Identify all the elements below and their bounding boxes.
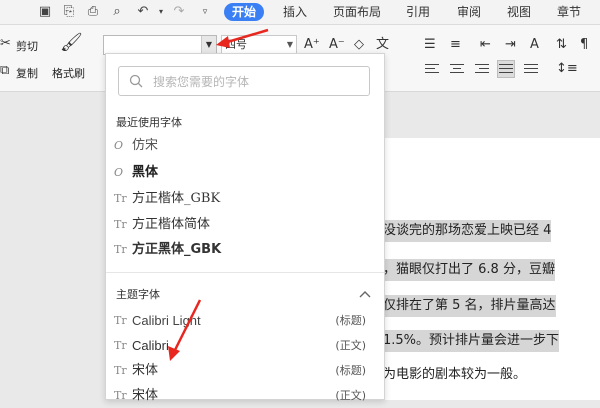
save-icon[interactable]: ▣ — [36, 3, 54, 21]
font-item-label: 仿宋 — [132, 138, 159, 153]
opentype-font-icon: O — [114, 139, 124, 152]
increase-indent-icon[interactable]: ⇥ — [505, 37, 516, 53]
print-preview-icon[interactable]: ⌕ — [108, 3, 126, 21]
truetype-font-icon: Tr — [114, 364, 127, 377]
font-size-select[interactable]: 四号 ▼ — [221, 35, 297, 55]
pinyin-guide-icon[interactable]: 文 — [376, 37, 389, 53]
theme-fonts-title: 主题字体 — [116, 288, 160, 301]
redo-icon[interactable]: ↷ — [170, 3, 188, 21]
font-item-label: 方正楷体_GBK — [132, 191, 221, 206]
font-item-fz-heiti-gbk[interactable]: Tr 方正黑体_GBK — [114, 238, 376, 262]
font-item-label: Calibri Light — [132, 313, 201, 328]
clear-format-icon[interactable]: ◇ — [354, 37, 364, 53]
grow-font-icon[interactable]: A⁺ — [304, 37, 320, 53]
export-pdf-icon[interactable]: ⎘ — [60, 3, 78, 21]
font-search-input[interactable]: 搜索您需要的字体 — [118, 66, 370, 96]
font-item-fz-kaiti-simplified[interactable]: Tr 方正楷体简体 — [114, 213, 376, 237]
copy-icon[interactable]: ⧉ — [0, 63, 9, 79]
chevron-up-icon[interactable] — [359, 290, 371, 298]
truetype-font-icon: Tr — [114, 314, 127, 327]
decrease-indent-icon[interactable]: ⇤ — [480, 37, 491, 53]
font-item-label: 宋体 — [132, 363, 159, 378]
truetype-font-icon: Tr — [114, 339, 127, 352]
font-item-label: 方正楷体简体 — [132, 217, 211, 232]
line-spacing-icon[interactable]: ↕≡ — [556, 61, 578, 77]
tab-view[interactable]: 视图 — [507, 3, 531, 21]
align-right-icon[interactable] — [474, 61, 490, 77]
document-line[interactable]: ，猫眼仅打出了 6.8 分，豆瓣 — [383, 259, 555, 281]
print-icon[interactable]: ⎙ — [84, 3, 102, 21]
search-icon — [129, 74, 143, 88]
truetype-font-icon: Tr — [114, 243, 127, 256]
tab-home[interactable]: 开始 — [224, 3, 265, 21]
format-painter-button[interactable]: 格式刷 — [52, 65, 85, 81]
truetype-font-icon: Tr — [114, 389, 127, 402]
font-item-calibri-light[interactable]: Tr Calibri Light (标题) — [114, 309, 376, 333]
copy-button[interactable]: 复制 — [16, 65, 38, 81]
font-item-tag: (标题) — [335, 314, 366, 327]
font-size-value: 四号 — [225, 38, 247, 51]
shrink-font-icon[interactable]: A⁻ — [329, 37, 345, 53]
tab-chapter[interactable]: 章节 — [557, 3, 581, 21]
font-item-label: Calibri — [132, 338, 169, 353]
font-item-label: 方正黑体_GBK — [132, 242, 222, 257]
undo-dropdown-icon[interactable]: ▾ — [152, 3, 170, 21]
document-line[interactable]: 1.5%。预计排片量会进一步下 — [383, 330, 560, 352]
sort-icon[interactable]: ⇅ — [556, 37, 567, 53]
font-name-select[interactable]: ▼ — [103, 35, 217, 55]
tab-page-layout[interactable]: 页面布局 — [333, 3, 381, 21]
font-item-calibri[interactable]: Tr Calibri (正文) — [114, 334, 376, 358]
show-marks-icon[interactable]: ¶ — [580, 37, 588, 53]
cut-button[interactable]: 剪切 — [16, 38, 38, 54]
quick-access-menu-icon[interactable]: ▿ — [196, 3, 214, 21]
tab-bar: ▣ ⎘ ⎙ ⌕ ↶ ▾ ↷ ▿ 开始 插入 页面布局 引用 审阅 视图 章节 — [0, 0, 600, 25]
section-divider — [106, 272, 384, 273]
font-item-songti-heading[interactable]: Tr 宋体 (标题) — [114, 359, 376, 383]
document-line[interactable]: 没谈完的那场恋爱上映已经 4 — [383, 220, 552, 242]
document-line[interactable]: 仅排在了第 5 名，排片量高达 — [383, 295, 556, 317]
align-left-icon[interactable] — [424, 61, 440, 77]
format-painter-icon[interactable]: 🖌 — [60, 34, 83, 52]
font-name-dropdown-icon[interactable]: ▼ — [201, 36, 216, 54]
tab-review[interactable]: 审阅 — [457, 3, 481, 21]
font-item-songti-body[interactable]: Tr 宋体 (正文) — [114, 384, 376, 408]
numbered-list-icon[interactable]: ≡ — [450, 37, 461, 53]
font-size-dropdown-icon[interactable]: ▼ — [287, 36, 293, 54]
bullet-list-icon[interactable]: ☰ — [424, 37, 436, 53]
undo-icon[interactable]: ↶ — [134, 3, 152, 21]
font-search-placeholder: 搜索您需要的字体 — [153, 75, 250, 89]
chinese-layout-icon[interactable]: A — [530, 37, 539, 53]
scissors-icon[interactable]: ✂ — [0, 36, 11, 52]
tab-references[interactable]: 引用 — [406, 3, 430, 21]
align-center-icon[interactable] — [449, 61, 465, 77]
document-line[interactable]: 为电影的剧本较为一般。 — [383, 364, 526, 386]
font-item-label: 黑体 — [132, 165, 159, 180]
distributed-align-icon[interactable] — [523, 61, 539, 77]
recent-fonts-title: 最近使用字体 — [116, 116, 182, 129]
font-item-tag: (正文) — [335, 339, 366, 352]
font-item-tag: (正文) — [335, 389, 366, 402]
tab-insert[interactable]: 插入 — [283, 3, 307, 21]
truetype-font-icon: Tr — [114, 218, 127, 231]
font-item-heiti[interactable]: O 黑体 — [114, 161, 376, 185]
justify-icon[interactable] — [497, 60, 515, 78]
font-dropdown-panel: 搜索您需要的字体 最近使用字体 O 仿宋 O 黑体 Tr 方正楷体_GBK Tr… — [105, 53, 385, 403]
truetype-font-icon: Tr — [114, 192, 127, 205]
opentype-font-icon: O — [114, 166, 124, 179]
font-item-fangsong[interactable]: O 仿宋 — [114, 134, 376, 158]
font-item-tag: (标题) — [335, 364, 366, 377]
font-item-fz-kaiti-gbk[interactable]: Tr 方正楷体_GBK — [114, 187, 376, 211]
font-item-label: 宋体 — [132, 388, 159, 403]
